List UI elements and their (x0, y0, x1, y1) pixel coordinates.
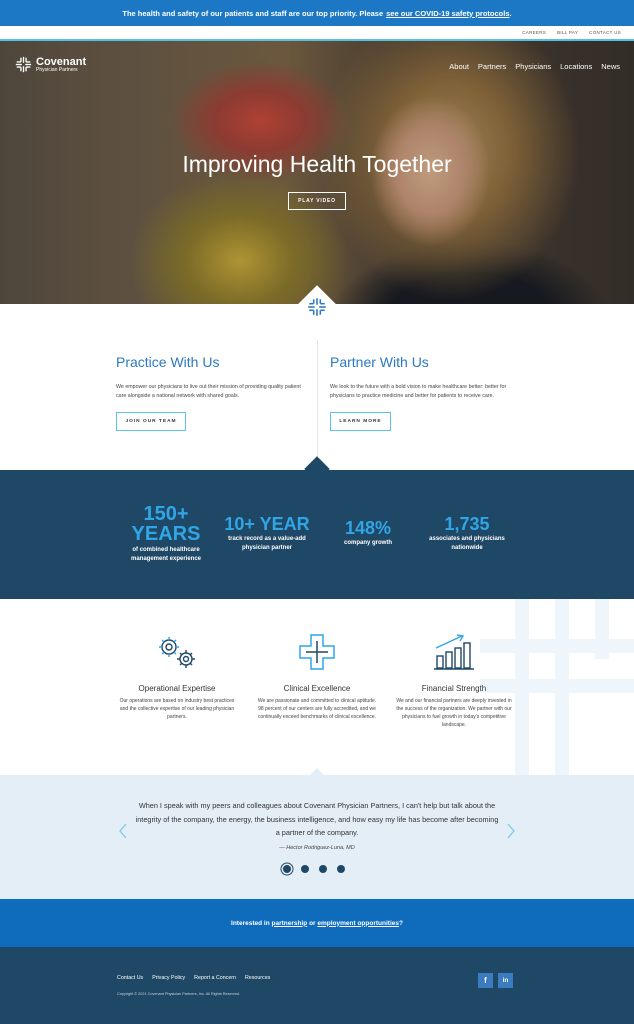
carousel-dots (283, 865, 345, 873)
stat-years: 150+ YEARS of combined healthcare manage… (116, 504, 216, 564)
medical-cross-icon (299, 634, 335, 670)
nav-locations[interactable]: Locations (560, 62, 592, 71)
covid-protocols-link[interactable]: see our COVID-19 safety protocols (386, 9, 509, 18)
feature-clinical-body: We are passionate and committed to clini… (257, 698, 377, 720)
stat-associates-num: 1,735 (444, 514, 490, 534)
cta-suffix: ? (399, 919, 403, 927)
testimonial-section: When I speak with my peers and colleague… (0, 768, 634, 899)
feature-financial-title: Financial Strength (421, 684, 487, 693)
carousel-dot[interactable] (319, 865, 327, 873)
stat-years-label-1: of combined healthcare (132, 547, 200, 553)
linkedin-icon[interactable]: in (498, 973, 513, 988)
feature-financial-body: We and our financial partners are deeply… (396, 698, 512, 728)
utility-link-careers[interactable]: CAREERS (522, 30, 546, 35)
main-nav: About Partners Physicians Locations News (449, 62, 620, 71)
cta-mid: or (309, 919, 316, 927)
cta-bar: Interested in partnership or employment … (0, 899, 634, 947)
gears-icon (159, 637, 195, 668)
covenant-logo-icon (15, 56, 32, 73)
growth-chart-icon (434, 634, 474, 670)
stat-years-num-2: YEARS (131, 523, 201, 545)
stat-growth-num: 148% (344, 518, 392, 538)
nav-physicians[interactable]: Physicians (515, 62, 551, 71)
nav-about[interactable]: About (449, 62, 469, 71)
footer-link-resources[interactable]: Resources (245, 975, 270, 981)
footer-link-contact[interactable]: Contact Us (117, 975, 143, 981)
practice-title: Practice With Us (116, 354, 220, 370)
cta-prefix: Interested in (231, 919, 270, 927)
testimonial-notch (309, 768, 325, 776)
hero-banner: Covenant Physician Partners About Partne… (0, 41, 634, 304)
utility-link-bill-pay[interactable]: BILL PAY (557, 30, 578, 35)
chevron-left-icon[interactable] (118, 823, 128, 839)
practice-body: We empower our physicians to live out th… (116, 384, 301, 399)
hero-title: Improving Health Together (182, 151, 452, 177)
copyright: Copyright © 2021 Covenant Physician Part… (117, 992, 241, 996)
employment-link[interactable]: employment opportunities (317, 920, 399, 927)
stat-years-num-1: 150+ (143, 503, 189, 525)
stat-associates: 1,735 associates and physicians nationwi… (417, 514, 517, 553)
feature-clinical: Clinical Excellence We are passionate an… (257, 632, 377, 721)
learn-more-button[interactable]: LEARN MORE (330, 412, 391, 431)
partner-title: Partner With Us (330, 354, 429, 370)
feature-operational: Operational Expertise Our operations are… (117, 632, 237, 721)
play-video-button[interactable]: PLAY VIDEO (288, 192, 346, 210)
practice-column: Practice With Us We empower our physicia… (116, 354, 306, 431)
stat-track-label-2: physician partner (241, 545, 292, 551)
facebook-icon[interactable]: f (478, 973, 493, 988)
footer-link-report[interactable]: Report a Concern (194, 975, 236, 981)
nav-news[interactable]: News (601, 62, 620, 71)
footer-link-privacy[interactable]: Privacy Policy (152, 975, 185, 981)
utility-nav: CAREERS BILL PAY CONTACT US (0, 26, 634, 41)
testimonial-quote: When I speak with my peers and colleague… (135, 801, 499, 837)
logo-name: Covenant (36, 55, 87, 68)
nav-partners[interactable]: Partners (478, 62, 506, 71)
partnership-link[interactable]: partnership (271, 920, 307, 927)
alert-text: The health and safety of our patients an… (122, 8, 384, 18)
carousel-dot[interactable] (337, 865, 345, 873)
practice-partner-section: Practice With Us We empower our physicia… (0, 304, 634, 470)
carousel-dot[interactable] (283, 865, 291, 873)
utility-link-contact[interactable]: CONTACT US (589, 30, 621, 35)
feature-financial: Financial Strength We and our financial … (394, 632, 514, 729)
footer-links: Contact Us Privacy Policy Report a Conce… (117, 975, 270, 981)
footer: Contact Us Privacy Policy Report a Conce… (0, 947, 634, 1024)
stat-track-record: 10+ YEAR track record as a value-add phy… (212, 514, 322, 553)
stat-associates-label-2: nationwide (451, 545, 483, 551)
covenant-cross-icon (308, 298, 326, 316)
feature-clinical-title: Clinical Excellence (283, 684, 351, 693)
logo[interactable]: Covenant Physician Partners (15, 56, 86, 73)
testimonial-author: — Hector Rodriguez-Luna, MD (279, 845, 355, 851)
chevron-right-icon[interactable] (506, 823, 516, 839)
stat-track-label-1: track record as a value-add (228, 536, 306, 542)
join-team-button[interactable]: JOIN OUR TEAM (116, 412, 186, 431)
alert-end: . (509, 8, 512, 18)
partner-column: Partner With Us We look to the future wi… (330, 354, 520, 431)
column-divider (317, 340, 318, 466)
stat-years-label-2: management experience (130, 556, 202, 562)
carousel-dot[interactable] (301, 865, 309, 873)
covid-alert-bar: The health and safety of our patients an… (0, 0, 634, 26)
partner-body: We look to the future with a bold vision… (330, 384, 507, 399)
feature-operational-body: Our operations are based on industry bes… (119, 698, 235, 720)
feature-operational-title: Operational Expertise (138, 684, 216, 693)
stat-growth: 148% company growth (328, 518, 408, 548)
features-section: Operational Expertise Our operations are… (0, 599, 634, 775)
stats-section: 150+ YEARS of combined healthcare manage… (0, 470, 634, 599)
stat-associates-label-1: associates and physicians (429, 536, 505, 542)
stat-track-num: 10+ YEAR (224, 514, 310, 534)
stat-growth-label: company growth (343, 540, 392, 546)
